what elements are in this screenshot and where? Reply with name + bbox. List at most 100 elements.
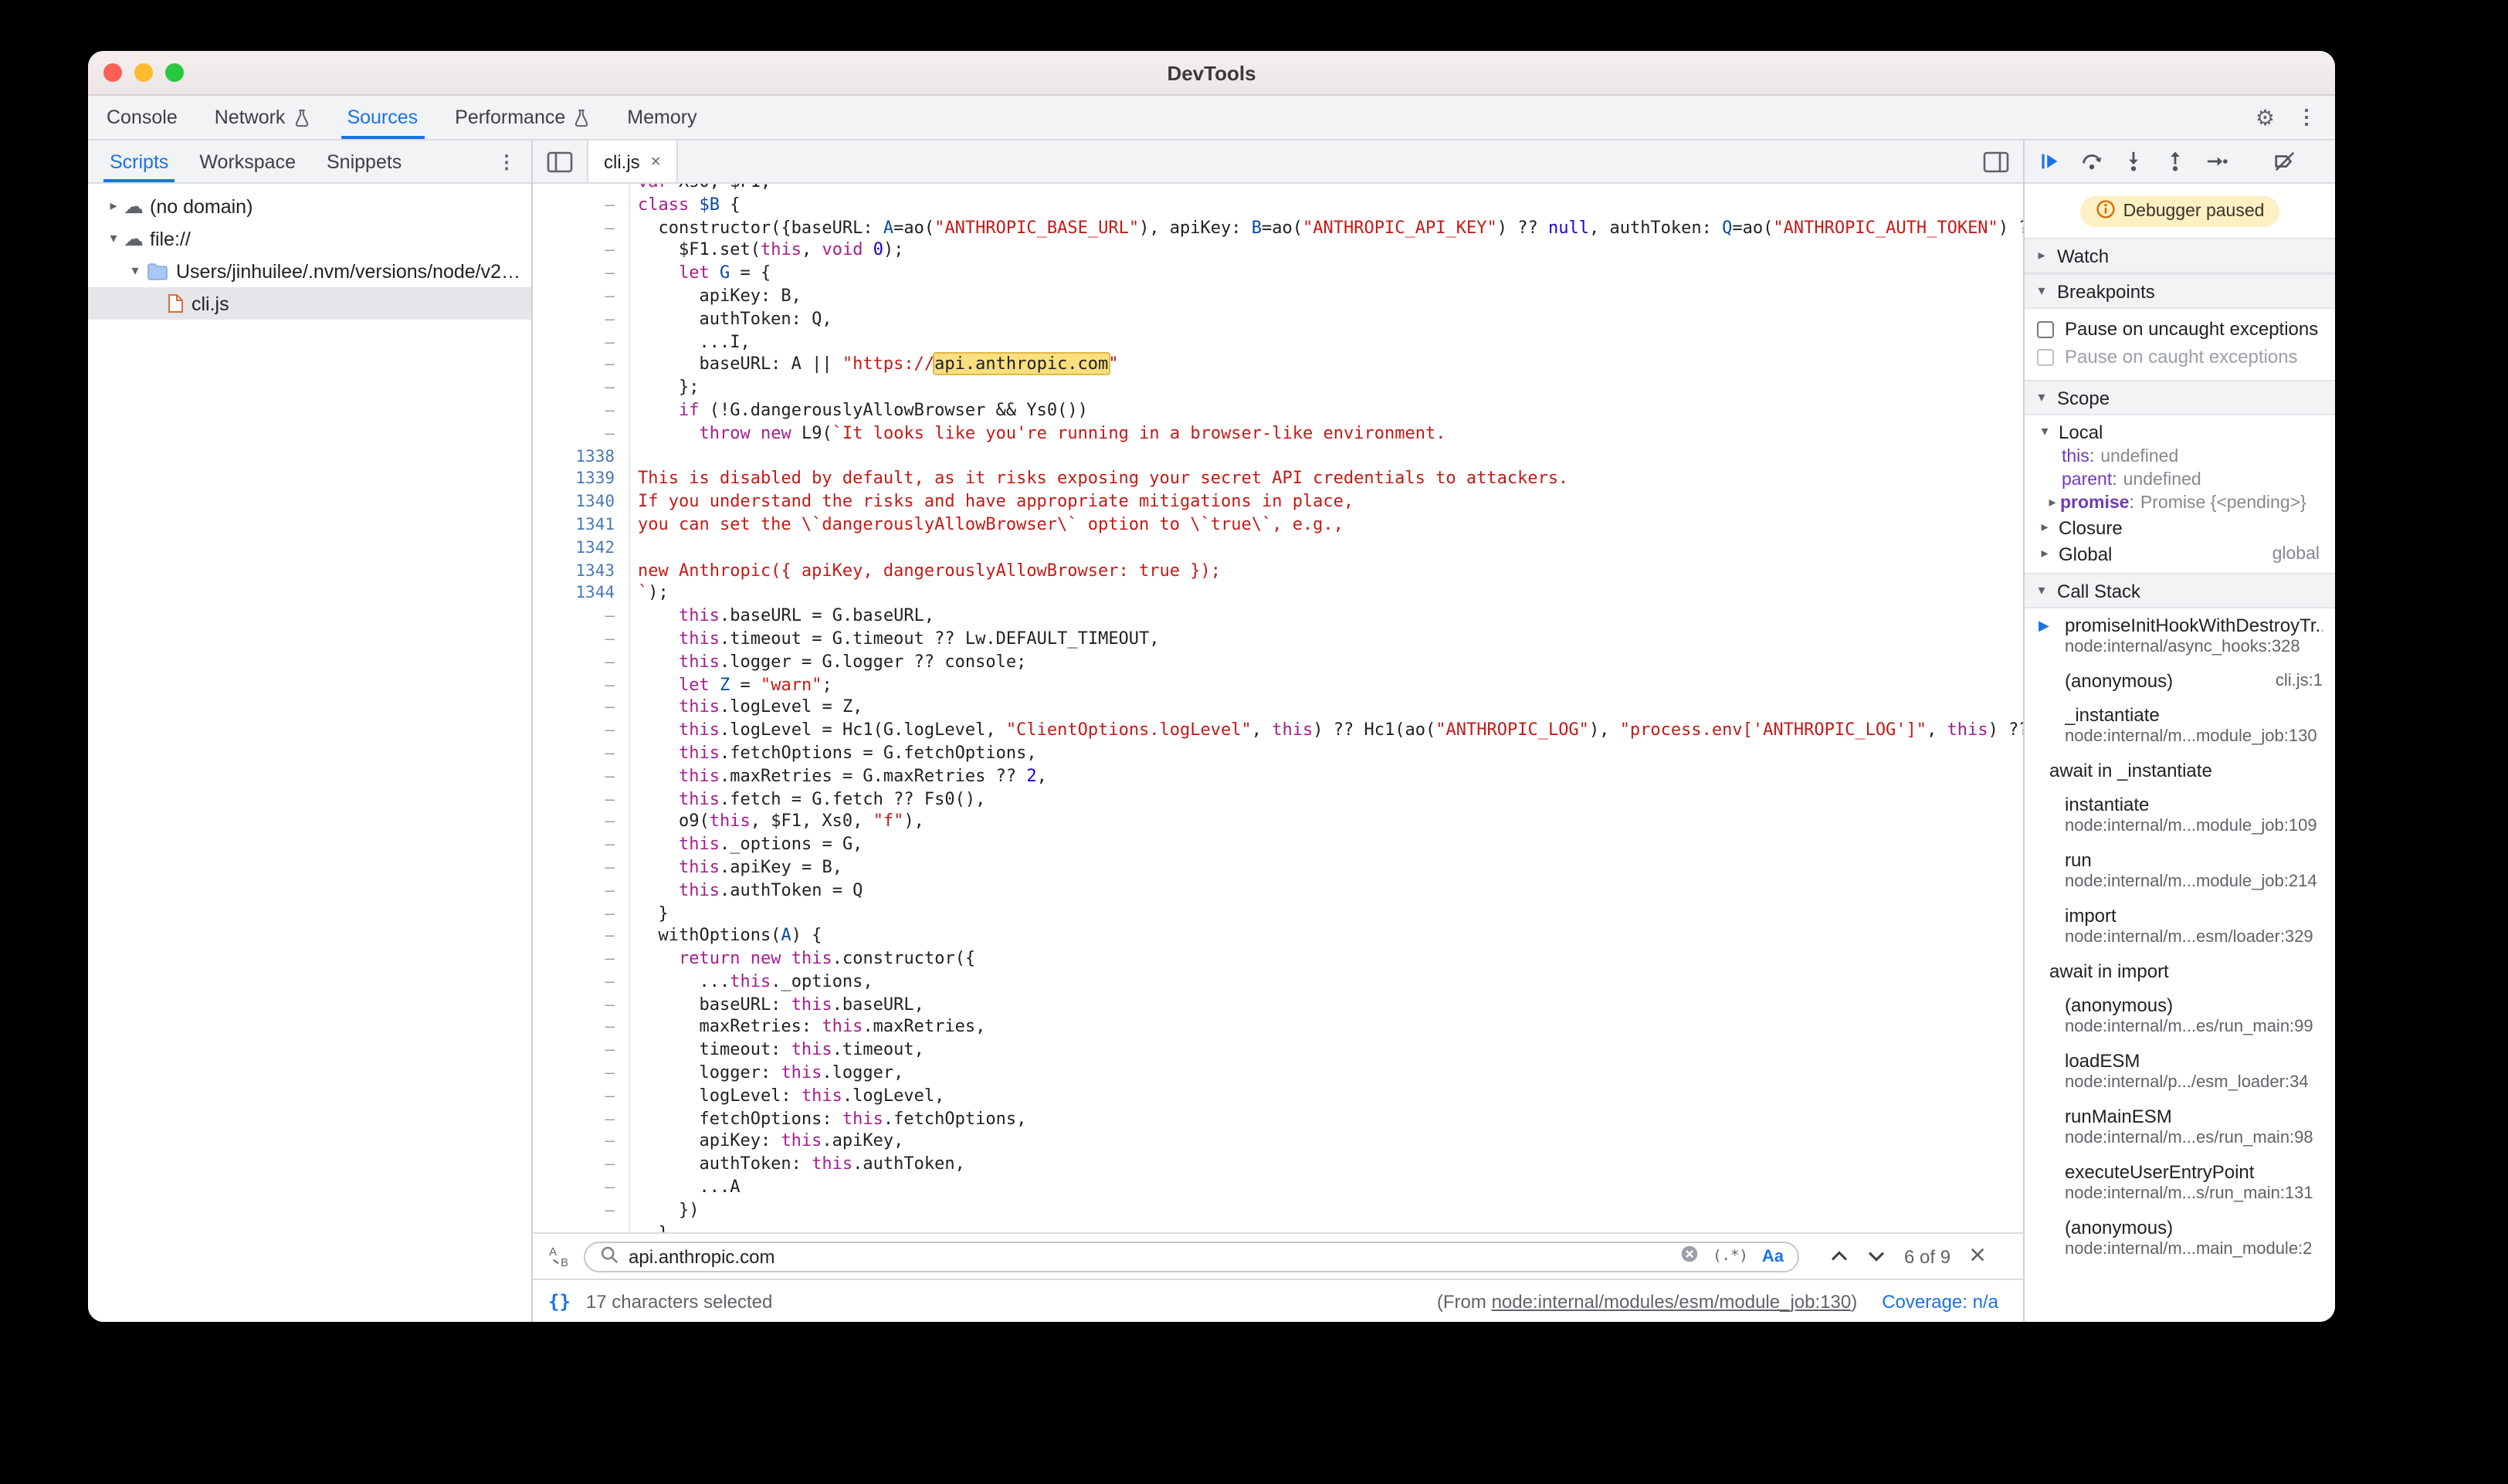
call-stack-frame[interactable]: ▶promiseInitHookWithDestroyTr...node:int… [2025,608,2335,664]
tab-network[interactable]: Network [199,96,326,139]
chevron-down-icon[interactable]: ▾ [105,230,122,247]
regex-toggle-icon[interactable]: (.*) [1713,1248,1748,1265]
main-toolbar: ConsoleNetworkSourcesPerformanceMemory ⚙… [88,96,2335,141]
coverage-link[interactable]: Coverage: n/a [1882,1290,1998,1312]
source-origin-link[interactable]: node:internal/modules/esm/module_job:130 [1492,1290,1852,1312]
scope-local-row[interactable]: ▾ Local [2025,418,2335,445]
watch-section-header[interactable]: ▸ Watch [2025,238,2335,273]
callstack-section-header[interactable]: ▾ Call Stack [2025,573,2335,608]
chevron-down-icon: ▾ [2037,423,2052,440]
tab-performance[interactable]: Performance [439,96,605,139]
call-stack-frame[interactable]: importnode:internal/m...esm/loader:329 [2025,899,2335,954]
editor-tab-clijs[interactable]: cli.js × [587,141,678,182]
breakpoints-section-header[interactable]: ▾ Breakpoints [2025,273,2335,309]
deactivate-breakpoints-icon[interactable] [2273,150,2296,173]
pretty-print-icon[interactable]: {} [548,1290,571,1312]
editor-panel: cli.js × ––––––––––––1338133913401341134… [533,141,2023,1322]
previous-match-icon[interactable] [1830,1245,1849,1267]
step-out-icon[interactable] [2164,150,2187,173]
source-origin: (From node:internal/modules/esm/module_j… [1437,1290,1857,1312]
navigator-tab-snippets[interactable]: Snippets [311,141,417,182]
code-editor[interactable]: var Xs0, $F1,class $B { constructor({bas… [630,184,2023,1232]
chevron-right-icon[interactable]: ▸ [105,198,122,215]
step-icon[interactable] [2205,150,2228,173]
chevron-down-icon: ▾ [2034,389,2049,406]
clear-search-icon[interactable] [1680,1245,1699,1268]
tab-memory[interactable]: Memory [612,96,712,139]
scope-section-header[interactable]: ▾ Scope [2025,380,2335,415]
breakpoint-option[interactable]: Pause on caught exceptions [2025,343,2335,371]
tree-item--no-domain-[interactable]: ▸☁(no domain) [88,190,531,222]
search-input[interactable] [629,1245,1671,1267]
more-options-icon[interactable]: ⋮ [2296,105,2317,130]
toggle-debugger-icon[interactable] [1969,141,2023,182]
search-field[interactable]: (.*) Aa [584,1241,1799,1272]
editor-statusbar: {} 17 characters selected (From node:int… [533,1279,2023,1322]
chevron-down-icon[interactable]: ▾ [127,263,144,280]
toggle-navigator-icon[interactable] [533,141,587,182]
call-stack-frame[interactable]: (anonymous)node:internal/m...main_module… [2025,1211,2335,1266]
folder-icon [147,262,168,280]
scope-closure-row[interactable]: ▸ Closure [2025,514,2335,540]
close-tab-icon[interactable]: × [651,152,661,171]
tree-item-file-[interactable]: ▾☁file:// [88,222,531,255]
step-over-icon[interactable] [2080,150,2103,173]
close-search-icon[interactable] [1969,1245,1986,1267]
current-frame-icon: ▶ [2039,618,2049,635]
navigator-tab-workspace[interactable]: Workspace [184,141,311,182]
call-stack-await-separator: await in import [2025,954,2335,988]
step-into-icon[interactable] [2122,150,2145,173]
search-icon [599,1244,619,1269]
editor-tab-label: cli.js [604,151,640,172]
titlebar: DevTools [88,51,2335,96]
call-stack-frame[interactable]: loadESMnode:internal/p.../esm_loader:34 [2025,1044,2335,1099]
line-number-gutter[interactable]: ––––––––––––1338133913401341134213431344… [533,184,630,1232]
minimize-window-button[interactable] [134,63,153,82]
selection-status: 17 characters selected [586,1290,772,1312]
navigator-panel: ScriptsWorkspaceSnippets ⋮ ▸☁(no domain)… [88,141,533,1322]
close-window-button[interactable] [103,63,122,82]
devtools-window: DevTools ConsoleNetworkSourcesPerformanc… [88,51,2335,1322]
zoom-window-button[interactable] [165,63,184,82]
next-match-icon[interactable] [1867,1245,1886,1267]
scope-variable-parent[interactable]: parent:undefined [2025,468,2335,491]
call-stack-frame[interactable]: runMainESMnode:internal/m...es/run_main:… [2025,1099,2335,1155]
checkbox[interactable] [2037,348,2054,365]
cloud-icon: ☁ [124,226,144,251]
match-case-toggle-icon[interactable]: Aa [1762,1247,1784,1265]
chevron-right-icon: ▸ [2037,519,2052,536]
file-tree: ▸☁(no domain)▾☁file://▾Users/jinhuilee/.… [88,184,531,1322]
tree-item-users-jinhuilee-nvm-versions-node-v2-[interactable]: ▾Users/jinhuilee/.nvm/versions/node/v2… [88,255,531,287]
call-stack-frame[interactable]: executeUserEntryPointnode:internal/m...s… [2025,1155,2335,1211]
find-bar: AB (.*) Aa 6 of 9 [533,1232,2023,1279]
tab-sources[interactable]: Sources [331,96,433,139]
settings-gear-icon[interactable]: ⚙ [2256,104,2275,130]
tab-console[interactable]: Console [91,96,193,139]
toolbar-right: ⚙ ⋮ [2256,96,2335,139]
call-stack-frame[interactable]: (anonymous)cli.js:1 [2025,664,2335,698]
scope-global-row[interactable]: ▸ Global global [2025,540,2335,567]
tree-item-cli-js[interactable]: cli.js [88,287,531,320]
chevron-right-icon[interactable]: ▸ [2045,494,2060,511]
file-icon [167,293,184,313]
desktop-background: DevTools ConsoleNetworkSourcesPerformanc… [0,0,2508,1484]
chevron-right-icon: ▸ [2034,247,2049,264]
resume-icon[interactable] [2039,150,2062,173]
navigator-tabs: ScriptsWorkspaceSnippets ⋮ [88,141,531,184]
breakpoints-body: Pause on uncaught exceptionsPause on cau… [2025,309,2335,380]
call-stack-frame[interactable]: _instantiatenode:internal/m...module_job… [2025,698,2335,754]
checkbox[interactable] [2037,320,2054,337]
call-stack-frame[interactable]: instantiatenode:internal/m...module_job:… [2025,788,2335,843]
chevron-down-icon: ▾ [2034,582,2049,599]
call-stack-frame[interactable]: runnode:internal/m...module_job:214 [2025,843,2335,899]
cloud-icon: ☁ [124,194,144,219]
traffic-lights [103,51,184,94]
scope-variable-this[interactable]: this:undefined [2025,445,2335,468]
navigator-tab-scripts[interactable]: Scripts [94,141,184,182]
breakpoint-option[interactable]: Pause on uncaught exceptions [2025,315,2335,343]
replace-toggle-icon[interactable]: AB [548,1245,571,1268]
call-stack-frame[interactable]: (anonymous)node:internal/m...es/run_main… [2025,988,2335,1044]
info-icon [2096,199,2116,224]
scope-variable-promise[interactable]: ▸promise:Promise {<pending>} [2025,491,2335,514]
navigator-more-icon[interactable]: ⋮ [497,141,531,182]
